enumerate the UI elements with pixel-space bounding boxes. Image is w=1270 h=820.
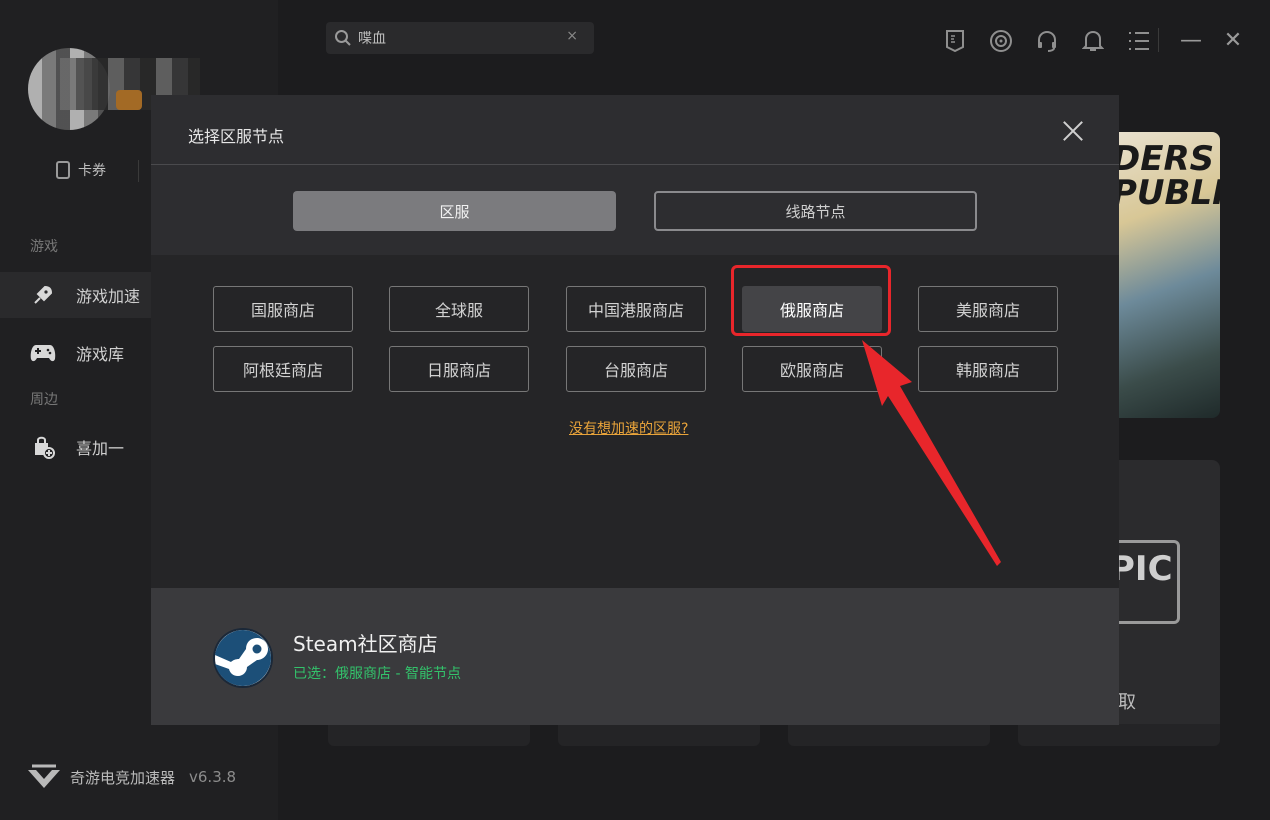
claim-label: 取 [1118,692,1136,713]
toolbar-divider [1158,28,1159,52]
section-title-games: 游戏 [30,239,58,255]
region-button-cn[interactable]: 国服商店 [213,286,353,332]
sidebar-item-label: 喜加一 [76,439,125,458]
missing-region-link[interactable]: 没有想加速的区服? [569,418,688,438]
coupon-button[interactable]: 卡券 [56,160,106,180]
region-button-ar[interactable]: 阿根廷商店 [213,346,353,392]
coupon-label: 卡券 [78,163,106,179]
dialog-footer: Steam社区商店 已选：俄服商店 - 智能节点 [151,588,1119,725]
search-input[interactable]: 喋血 [358,28,386,48]
region-button-tw[interactable]: 台服商店 [566,346,706,392]
headset-support-icon[interactable] [1034,28,1060,54]
game-tile-footer [788,724,990,746]
store-name: Steam社区商店 [293,632,438,656]
window-close-button[interactable]: ✕ [1220,26,1246,54]
dialog-title: 选择区服节点 [188,127,285,146]
header-divider [151,164,1119,165]
brand-name: 奇游电竞加速器 [70,768,176,787]
epic-logo: PIC [1110,540,1180,624]
sidebar-item-label: 游戏库 [76,345,125,364]
vip-badge [116,90,142,110]
region-button-kr[interactable]: 韩服商店 [918,346,1058,392]
section-title-nearby: 周边 [30,392,58,408]
bell-icon[interactable] [1080,28,1106,54]
selected-region-status: 已选：俄服商店 - 智能节点 [293,666,461,682]
search-box[interactable]: 喋血 × [326,22,594,54]
top-toolbar [942,28,1152,54]
coupon-icon [56,161,70,179]
region-button-us[interactable]: 美服商店 [918,286,1058,332]
ubisoft-icon[interactable] [988,28,1014,54]
menu-list-icon[interactable] [1126,28,1152,54]
brand-logo-icon [28,764,60,788]
region-button-eu[interactable]: 欧服商店 [742,346,882,392]
game-tile-footer [1018,724,1220,746]
minimize-button[interactable]: — [1178,26,1204,54]
epic-store-icon[interactable] [942,28,968,54]
game-tile-footer [558,724,760,746]
coupon-divider [138,160,139,182]
app-version: v6.3.8 [189,768,237,786]
app-brand: 奇游电竞加速器 v6.3.8 [26,762,236,792]
rocket-icon [30,284,56,306]
tab-route-node[interactable]: 线路节点 [654,191,977,231]
game-tile-footer [328,724,530,746]
region-button-global[interactable]: 全球服 [389,286,529,332]
selection-highlight-box [731,265,891,336]
tab-region[interactable]: 区服 [293,191,616,231]
search-icon [335,30,351,46]
search-clear-icon[interactable]: × [566,28,578,44]
steam-logo-icon [213,628,273,688]
dialog-header: 选择区服节点 [151,95,1119,165]
bag-plus-icon [30,436,56,459]
gamepad-icon [30,342,56,364]
region-button-jp[interactable]: 日服商店 [389,346,529,392]
game-card-title: DERS PUBLIC [1112,139,1220,213]
dialog-close-icon[interactable] [1061,119,1085,143]
sidebar-item-label: 游戏加速 [76,287,141,306]
region-button-hk[interactable]: 中国港服商店 [566,286,706,332]
